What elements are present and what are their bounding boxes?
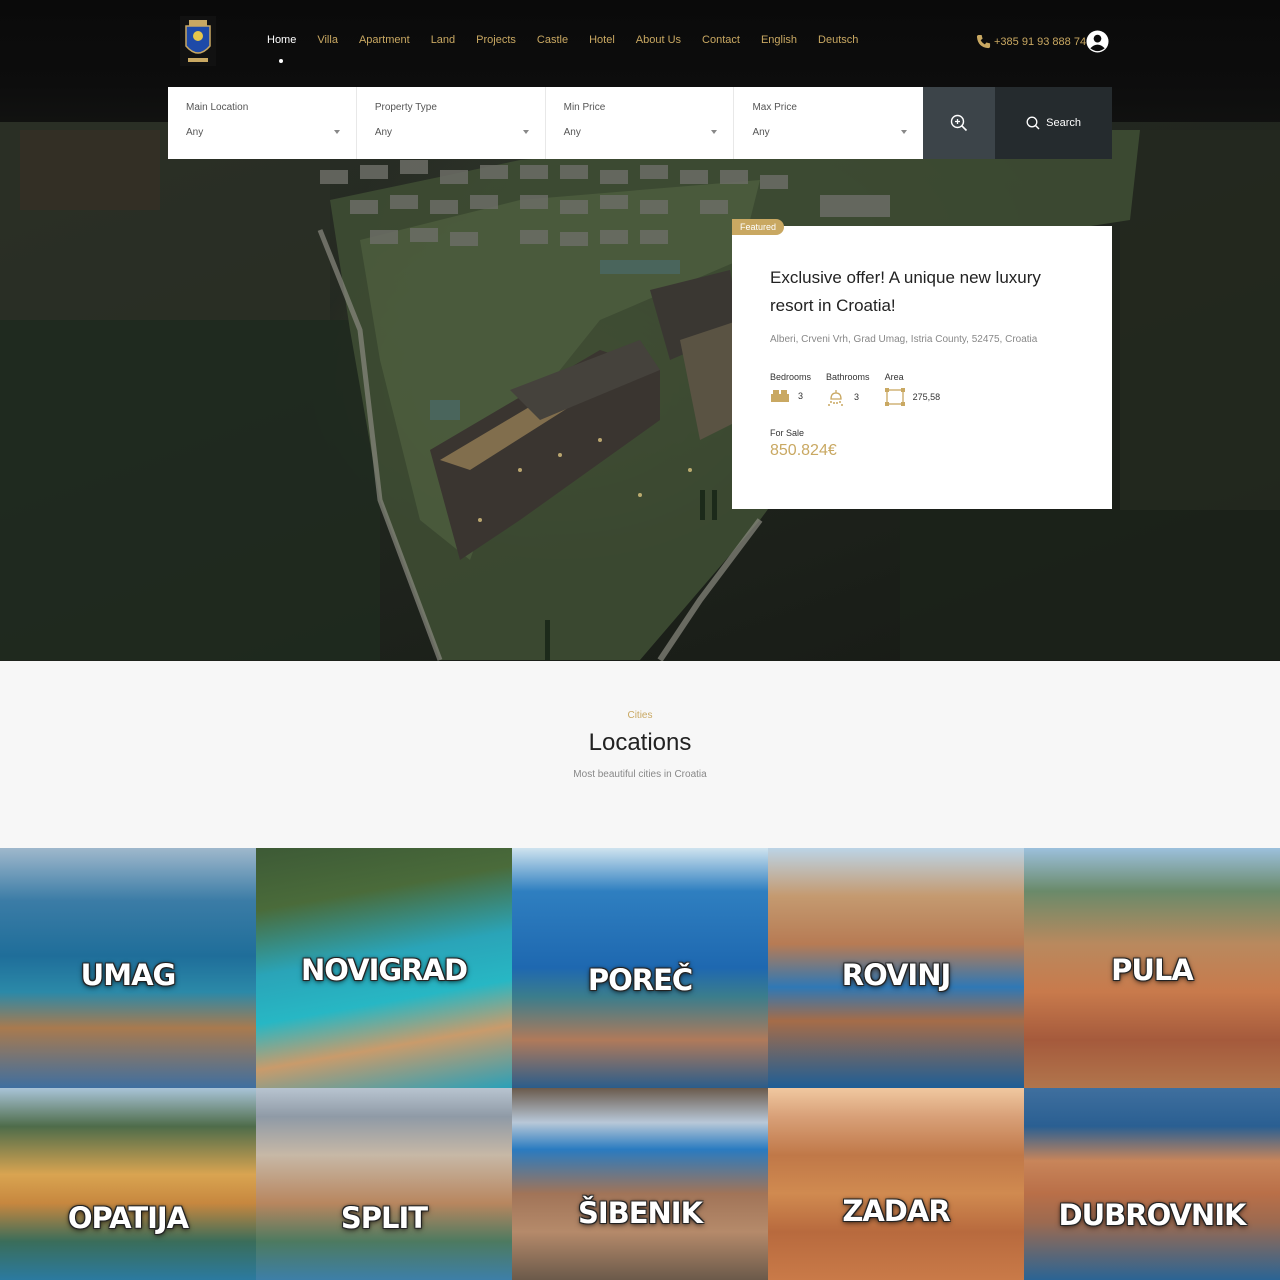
nav-contact[interactable]: Contact <box>702 34 740 46</box>
phone-link[interactable]: +385 91 93 888 74 <box>976 34 1086 49</box>
locations-description: Most beautiful cities in Croatia <box>573 769 707 780</box>
nav-castle[interactable]: Castle <box>537 34 568 46</box>
field-label: Main Location <box>186 102 249 113</box>
city-name: SPLIT <box>340 1201 428 1235</box>
city-name: OPATIJA <box>67 1201 189 1235</box>
bed-icon <box>771 390 789 402</box>
min-price-select[interactable]: Min Price Any <box>545 87 735 159</box>
chevron-down-icon <box>333 130 340 134</box>
max-price-select[interactable]: Max Price Any <box>734 87 924 159</box>
phone-icon <box>976 34 991 49</box>
featured-property-card[interactable]: Featured Exclusive offer! A unique new l… <box>732 219 1112 509</box>
spec-label: Bedrooms <box>770 372 812 382</box>
nav-projects[interactable]: Projects <box>476 34 516 46</box>
field-value: Any <box>752 127 770 138</box>
property-price: 850.824€ <box>770 442 837 459</box>
city-tile-porec[interactable]: POREČ <box>512 848 768 1088</box>
city-tile-zadar[interactable]: ZADAR <box>768 1088 1024 1280</box>
chevron-down-icon <box>711 130 718 134</box>
city-name: ŠIBENIK <box>577 1196 703 1230</box>
spec-label: Area <box>884 372 904 382</box>
field-label: Min Price <box>563 102 606 113</box>
city-name: POREČ <box>587 963 693 997</box>
city-grid: UMAG NOVIGRAD POREČ ROVINJ PULA OPATIJA … <box>0 848 1280 1280</box>
nav-hotel[interactable]: Hotel <box>589 34 615 46</box>
city-tile-pula[interactable]: PULA <box>1024 848 1280 1088</box>
property-type-select[interactable]: Property Type Any <box>356 87 546 159</box>
main-nav: Home Villa Apartment Land Projects Castl… <box>267 34 879 63</box>
city-name: UMAG <box>80 958 177 992</box>
field-value: Any <box>374 127 393 138</box>
spec-value: 275,58 <box>912 392 941 402</box>
nav-deutsch[interactable]: Deutsch <box>818 34 858 46</box>
spec-area: Area 275,58 <box>884 372 941 406</box>
shower-icon <box>828 390 844 406</box>
nav-apartment[interactable]: Apartment <box>359 34 410 46</box>
search-icon <box>1026 116 1040 130</box>
city-name: ZADAR <box>842 1194 950 1228</box>
chevron-down-icon <box>522 130 529 134</box>
city-name: ROVINJ <box>841 958 952 992</box>
user-account-icon[interactable] <box>1086 30 1109 53</box>
nav-home[interactable]: Home <box>267 34 296 63</box>
spec-value: 3 <box>854 392 860 402</box>
locations-kicker: Cities <box>627 710 653 721</box>
city-tile-sibenik[interactable]: ŠIBENIK <box>512 1088 768 1280</box>
zoom-in-icon <box>951 114 968 132</box>
chevron-down-icon <box>901 130 908 134</box>
city-name: PULA <box>1111 953 1194 987</box>
field-label: Max Price <box>752 102 797 113</box>
city-name: NOVIGRAD <box>300 953 468 987</box>
featured-badge: Featured <box>732 219 785 235</box>
property-specs: Bedrooms 3 Bathrooms 3 Area 275,58 <box>770 372 1074 406</box>
city-tile-split[interactable]: SPLIT <box>256 1088 512 1280</box>
phone-number[interactable]: +385 91 93 888 74 <box>994 36 1086 48</box>
property-search-bar: Main Location Any Property Type Any Min … <box>168 87 1113 159</box>
field-value: Any <box>186 127 204 138</box>
search-button-label: Search <box>1046 117 1082 129</box>
spec-label: Bathrooms <box>826 372 870 382</box>
property-status: For Sale <box>770 428 805 438</box>
property-address: Alberi, Crveni Vrh, Grad Umag, Istria Co… <box>770 334 1038 345</box>
nav-english[interactable]: English <box>761 34 797 46</box>
property-title[interactable]: Exclusive offer! A unique new luxury res… <box>770 264 1060 320</box>
search-button[interactable]: Search <box>995 87 1113 159</box>
nav-land[interactable]: Land <box>431 34 455 46</box>
main-location-select[interactable]: Main Location Any <box>168 87 357 159</box>
nav-villa[interactable]: Villa <box>317 34 338 46</box>
city-tile-rovinj[interactable]: ROVINJ <box>768 848 1024 1088</box>
nav-about-us[interactable]: About Us <box>636 34 681 46</box>
city-tile-dubrovnik[interactable]: DUBROVNIK <box>1024 1088 1280 1280</box>
spec-value: 3 <box>798 391 804 401</box>
area-icon <box>884 388 905 406</box>
crest-logo[interactable] <box>180 16 216 66</box>
city-tile-opatija[interactable]: OPATIJA <box>0 1088 256 1280</box>
spec-bathrooms: Bathrooms 3 <box>826 372 870 406</box>
spec-bedrooms: Bedrooms 3 <box>770 372 811 406</box>
city-name: DUBROVNIK <box>1058 1198 1247 1232</box>
hero-section: Home Villa Apartment Land Projects Castl… <box>0 0 1280 661</box>
city-tile-umag[interactable]: UMAG <box>0 848 256 1088</box>
advanced-search-button[interactable] <box>923 87 996 159</box>
city-tile-novigrad[interactable]: NOVIGRAD <box>256 848 512 1088</box>
locations-title: Locations <box>588 729 692 756</box>
field-label: Property Type <box>374 102 437 113</box>
field-value: Any <box>563 127 581 138</box>
